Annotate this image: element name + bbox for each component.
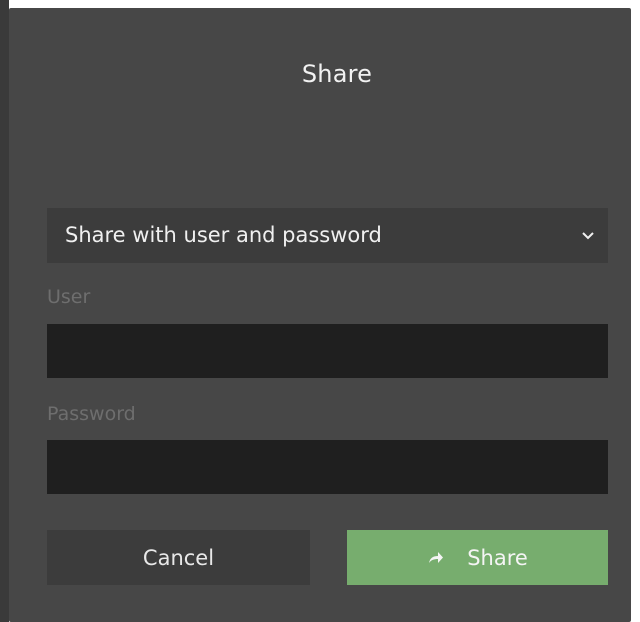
password-input[interactable] [47, 440, 608, 494]
share-mode-select[interactable]: Share with user and password [47, 208, 608, 263]
share-button[interactable]: Share [347, 530, 608, 585]
background-panel [0, 0, 9, 622]
chevron-down-icon [580, 208, 596, 263]
share-dialog: Share Share with user and password User … [9, 8, 631, 622]
share-button-label: Share [467, 545, 528, 570]
share-arrow-icon [427, 549, 445, 567]
user-input[interactable] [47, 324, 608, 378]
password-label: Password [47, 403, 136, 425]
user-label: User [47, 286, 91, 308]
cancel-button-label: Cancel [142, 545, 215, 570]
share-mode-selected-value: Share with user and password [65, 223, 382, 247]
cancel-button[interactable]: Cancel [47, 530, 310, 585]
dialog-title: Share [301, 60, 373, 88]
